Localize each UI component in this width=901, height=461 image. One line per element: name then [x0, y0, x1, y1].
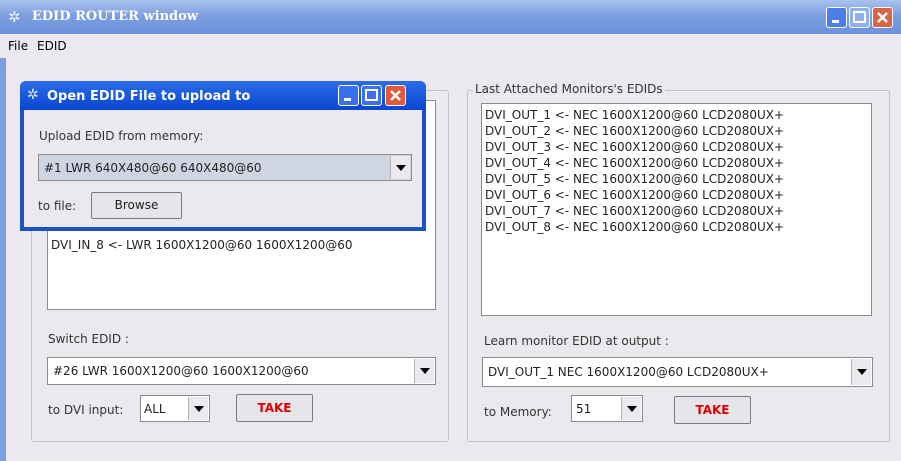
close-icon	[390, 90, 401, 101]
list-item: DVI_OUT_8 <- NEC 1600X1200@60 LCD2080UX+	[485, 220, 785, 234]
minimize-icon	[832, 20, 839, 23]
chevron-down-icon[interactable]	[414, 359, 434, 383]
dvi-input-label: to DVI input:	[48, 403, 124, 417]
learn-monitor-select[interactable]: DVI_OUT_1 NEC 1600X1200@60 LCD2080UX+	[482, 357, 873, 387]
chevron-down-icon[interactable]	[851, 359, 871, 385]
memory-value: 51	[576, 402, 592, 416]
memory-select[interactable]: 51	[571, 395, 643, 422]
memory-label: to Memory:	[484, 405, 552, 419]
list-item: DVI_OUT_3 <- NEC 1600X1200@60 LCD2080UX+	[485, 140, 785, 154]
menu-bar: File EDID	[0, 34, 901, 58]
take-button[interactable]: TAKE	[236, 394, 313, 422]
minimize-button[interactable]	[826, 7, 847, 28]
switch-edid-label: Switch EDID :	[48, 332, 129, 346]
window-title: EDID ROUTER window	[32, 9, 198, 24]
edid-router-window: ✲ EDID ROUTER window File EDID DVI_IN_8 …	[0, 0, 901, 461]
dialog-body: Upload EDID from memory: #1 LWR 640X480@…	[24, 110, 422, 227]
switch-edid-select[interactable]: #26 LWR 1600X1200@60 1600X1200@60	[47, 357, 436, 385]
maximize-button[interactable]	[849, 7, 870, 28]
menu-edid[interactable]: EDID	[37, 39, 67, 53]
minimize-icon	[344, 98, 351, 101]
open-edid-file-dialog: ✲ Open EDID File to upload to Upload EDI…	[20, 81, 426, 231]
close-icon	[877, 12, 888, 23]
dvi-input-value: ALL	[144, 402, 166, 416]
maximize-icon	[365, 89, 378, 101]
list-item: DVI_OUT_4 <- NEC 1600X1200@60 LCD2080UX+	[485, 156, 785, 170]
app-icon: ✲	[27, 87, 39, 103]
dialog-title: Open EDID File to upload to	[47, 89, 251, 104]
close-button[interactable]	[385, 85, 406, 106]
learn-monitor-label: Learn monitor EDID at output :	[484, 334, 669, 348]
list-item: DVI_IN_8 <- LWR 1600X1200@60 1600X1200@6…	[51, 238, 353, 252]
dialog-title-bar[interactable]: ✲ Open EDID File to upload to	[20, 81, 426, 110]
chevron-down-icon[interactable]	[390, 156, 410, 179]
take-button[interactable]: TAKE	[674, 396, 751, 424]
list-item: DVI_OUT_5 <- NEC 1600X1200@60 LCD2080UX+	[485, 172, 785, 186]
app-icon: ✲	[8, 8, 21, 26]
learn-monitor-value: DVI_OUT_1 NEC 1600X1200@60 LCD2080UX+	[488, 365, 769, 379]
close-button[interactable]	[872, 7, 893, 28]
upload-memory-select[interactable]: #1 LWR 640X480@60 640X480@60	[38, 154, 412, 181]
chevron-down-icon[interactable]	[188, 397, 208, 420]
upload-memory-value: #1 LWR 640X480@60 640X480@60	[44, 161, 262, 175]
list-item: DVI_OUT_2 <- NEC 1600X1200@60 LCD2080UX+	[485, 124, 785, 138]
minimize-button[interactable]	[338, 85, 359, 106]
list-item: DVI_OUT_1 <- NEC 1600X1200@60 LCD2080UX+	[485, 108, 785, 122]
upload-label: Upload EDID from memory:	[39, 129, 204, 143]
menu-file[interactable]: File	[8, 39, 28, 53]
file-label: to file:	[38, 199, 77, 213]
window-left-border	[0, 58, 6, 461]
list-item: DVI_OUT_7 <- NEC 1600X1200@60 LCD2080UX+	[485, 204, 785, 218]
chevron-down-icon[interactable]	[621, 397, 641, 420]
maximize-button[interactable]	[361, 85, 382, 106]
monitor-edid-list[interactable]: DVI_OUT_1 <- NEC 1600X1200@60 LCD2080UX+…	[481, 103, 872, 316]
monitor-edid-panel-title: Last Attached Monitors's EDIDs	[473, 82, 665, 96]
dvi-input-select[interactable]: ALL	[140, 395, 210, 422]
switch-edid-value: #26 LWR 1600X1200@60 1600X1200@60	[53, 364, 309, 378]
browse-button[interactable]: Browse	[91, 192, 182, 219]
maximize-icon	[853, 11, 866, 23]
title-bar[interactable]: ✲ EDID ROUTER window	[0, 0, 901, 34]
list-item: DVI_OUT_6 <- NEC 1600X1200@60 LCD2080UX+	[485, 188, 785, 202]
